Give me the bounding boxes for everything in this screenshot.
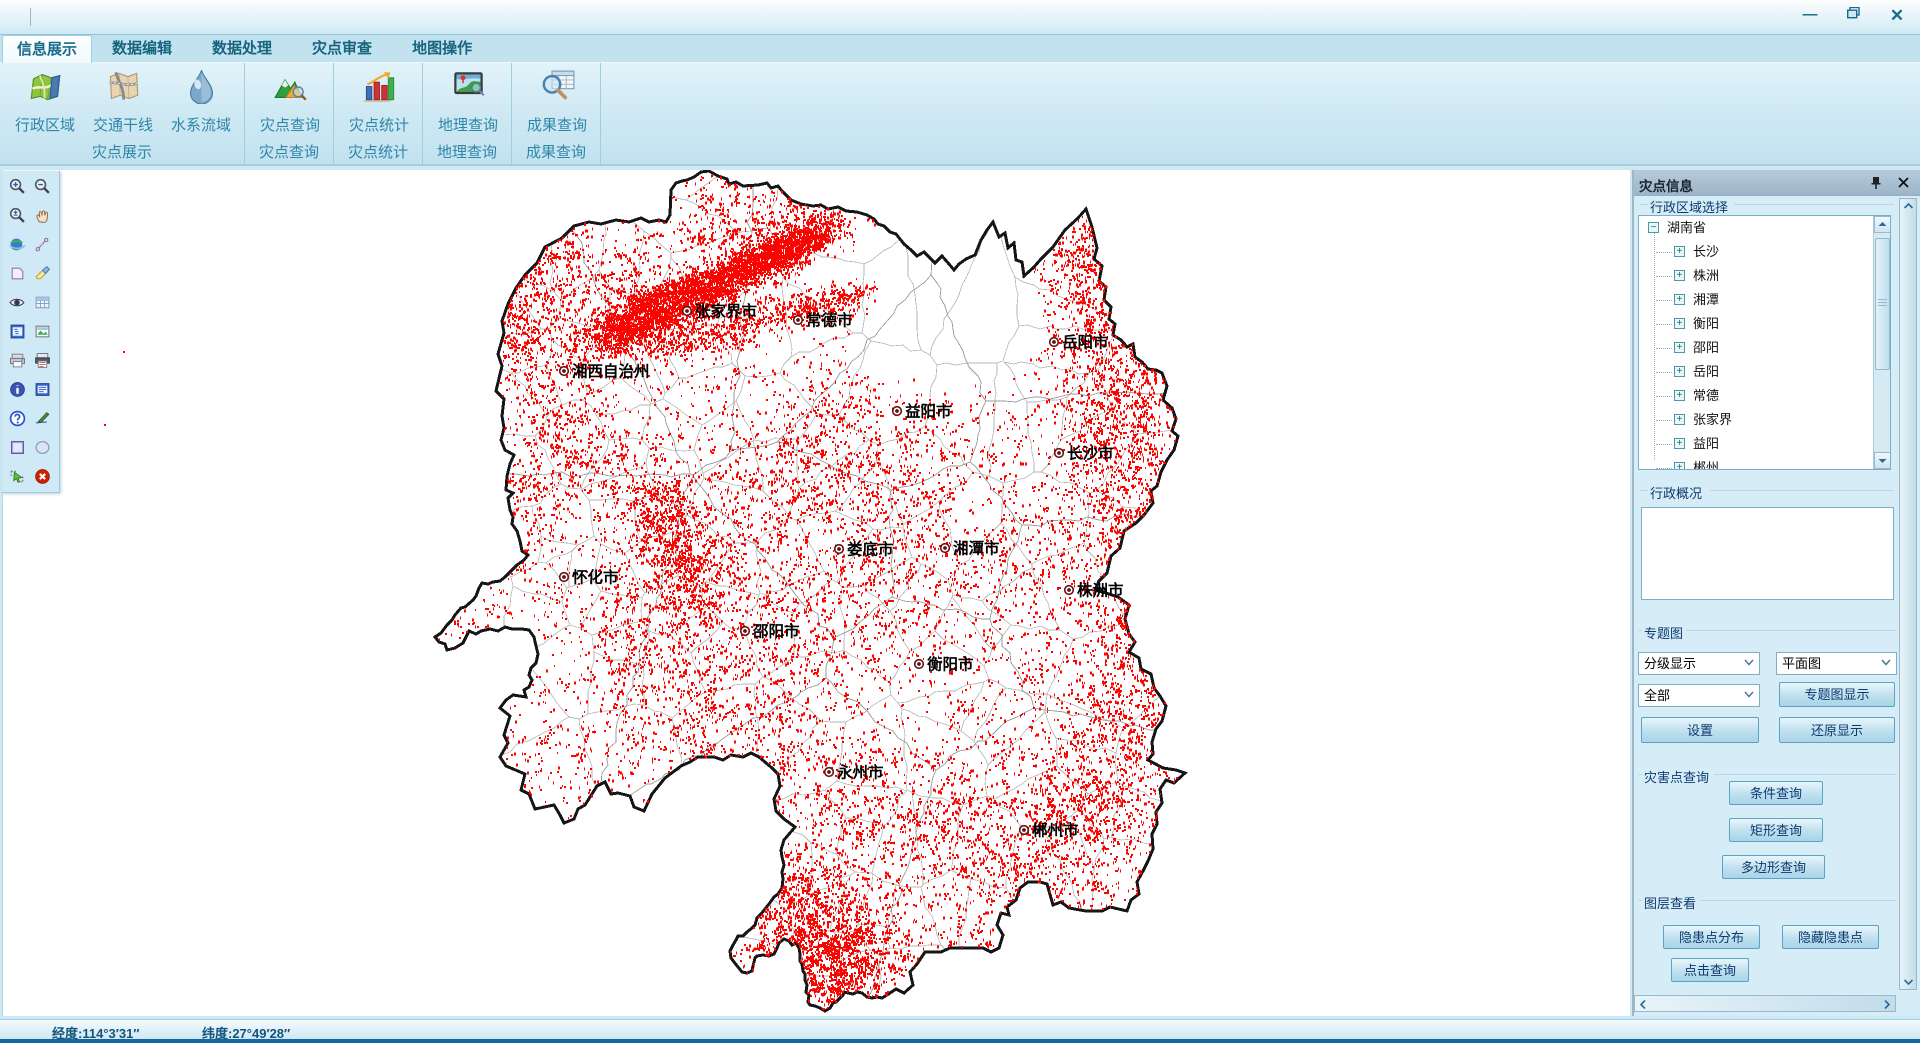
- svg-text:永州市: 永州市: [836, 763, 884, 782]
- svg-text:湘潭市: 湘潭市: [953, 539, 1000, 558]
- svg-text:邵阳市: 邵阳市: [752, 622, 800, 641]
- svg-text:岳阳市: 岳阳市: [1062, 333, 1109, 352]
- svg-text:湘西自治州: 湘西自治州: [572, 362, 650, 381]
- svg-text:株洲市: 株洲市: [1077, 581, 1124, 600]
- svg-text:郴州市: 郴州市: [1032, 821, 1079, 840]
- svg-text:娄底市: 娄底市: [847, 540, 894, 559]
- svg-text:益阳市: 益阳市: [905, 402, 952, 421]
- svg-text:衡阳市: 衡阳市: [927, 655, 974, 674]
- svg-text:常德市: 常德市: [806, 311, 853, 330]
- svg-text:怀化市: 怀化市: [572, 568, 619, 587]
- svg-text:长沙市: 长沙市: [1067, 444, 1114, 463]
- svg-text:张家界市: 张家界市: [695, 302, 758, 321]
